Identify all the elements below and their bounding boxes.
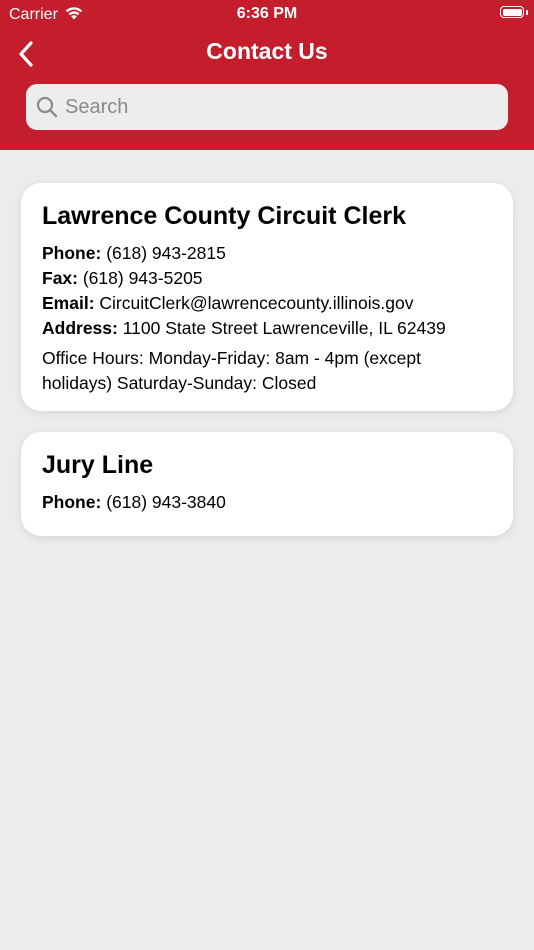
address-label: Address: <box>42 318 118 338</box>
status-bar: Carrier 6:36 PM <box>0 0 534 28</box>
contact-title: Jury Line <box>42 451 154 479</box>
battery-level <box>502 8 522 16</box>
contact-card: Lawrence County Circuit Clerk Phone: (61… <box>21 183 513 411</box>
search-bar[interactable] <box>26 84 508 130</box>
search-input[interactable] <box>65 95 485 119</box>
page-title: Contact Us <box>206 38 328 64</box>
phone-link[interactable]: (618) 943-2815 <box>106 243 226 263</box>
phone-line: Phone: (618) 943-3840 <box>42 490 492 515</box>
email-link[interactable]: CircuitClerk@lawrencecounty.illinois.gov <box>99 293 413 313</box>
address-link[interactable]: 1100 State Street Lawrenceville, IL 6243… <box>123 318 446 338</box>
email-line: Email: CircuitClerk@lawrencecounty.illin… <box>42 291 492 316</box>
email-label: Email: <box>42 293 95 313</box>
battery-icon <box>500 6 524 18</box>
phone-label: Phone: <box>42 492 102 512</box>
header: Carrier 6:36 PM Contact Us <box>0 0 534 150</box>
address-line: Address: 1100 State Street Lawrenceville… <box>42 316 492 341</box>
battery-tip <box>526 10 528 15</box>
fax-value: (618) 943-5205 <box>82 268 203 288</box>
fax-line: Fax: (618) 943-5205 <box>42 266 492 291</box>
status-time: 6:36 PM <box>236 5 298 22</box>
search-icon <box>36 96 58 118</box>
fax-label: Fax: <box>42 268 78 288</box>
office-hours: Office Hours: Monday-Friday: 8am - 4pm (… <box>42 348 421 393</box>
contact-card: Jury Line Phone: (618) 943-3840 <box>21 432 513 536</box>
phone-line: Phone: (618) 943-2815 <box>42 241 492 266</box>
contact-title: Lawrence County Circuit Clerk <box>42 202 406 230</box>
phone-link[interactable]: (618) 943-3840 <box>106 492 226 512</box>
phone-label: Phone: <box>42 243 102 263</box>
